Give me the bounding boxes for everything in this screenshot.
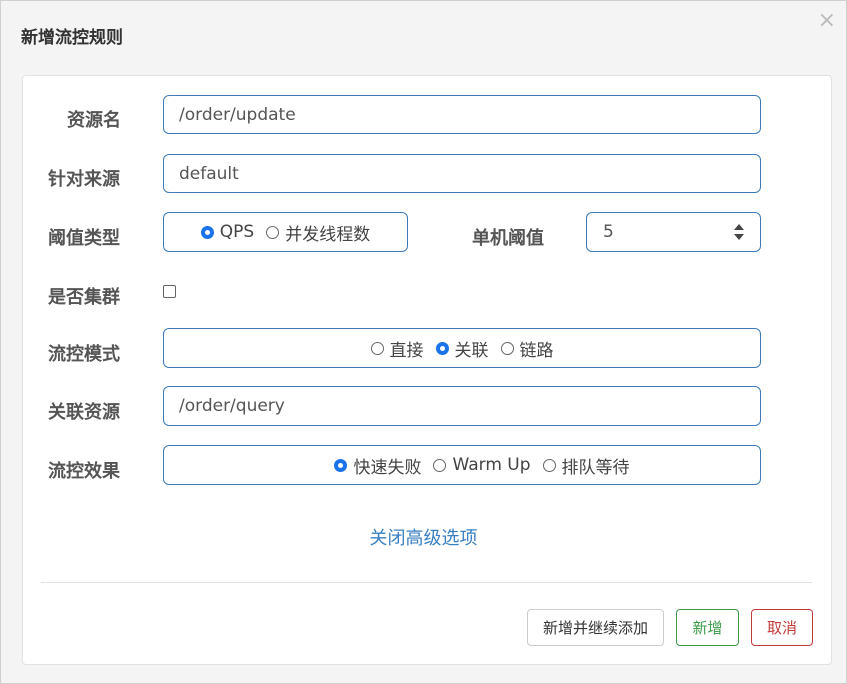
resource-name-input[interactable] bbox=[164, 96, 760, 133]
flow-effect-group: 快速失败 Warm Up 排队等待 bbox=[163, 445, 761, 485]
flow-mode-group: 直接 关联 链路 bbox=[163, 328, 761, 368]
toggle-advanced-link[interactable]: 关闭高级选项 bbox=[0, 524, 847, 550]
spinner-down-icon[interactable] bbox=[734, 234, 744, 240]
radio-unchecked-icon bbox=[370, 341, 384, 355]
threshold-type-qps-radio[interactable]: QPS bbox=[200, 222, 255, 242]
spinner-up-icon[interactable] bbox=[734, 224, 744, 230]
close-icon[interactable]: × bbox=[818, 10, 836, 32]
add-and-continue-button[interactable]: 新增并继续添加 bbox=[527, 609, 664, 646]
resource-name-field[interactable] bbox=[163, 95, 761, 134]
dialog-title: 新增流控规则 bbox=[21, 28, 123, 48]
limit-app-input[interactable] bbox=[164, 155, 760, 192]
cluster-label: 是否集群 bbox=[48, 287, 120, 308]
flow-effect-label: 流控效果 bbox=[48, 461, 120, 482]
radio-checked-icon bbox=[435, 341, 449, 355]
flow-mode-label: 流控模式 bbox=[48, 344, 120, 365]
radio-checked-icon bbox=[200, 225, 214, 239]
flow-mode-relate-label: 关联 bbox=[454, 340, 489, 361]
radio-unchecked-icon bbox=[266, 225, 280, 239]
radio-unchecked-icon bbox=[500, 341, 514, 355]
cluster-checkbox[interactable] bbox=[163, 285, 176, 298]
radio-checked-icon bbox=[334, 458, 348, 472]
flow-effect-queue-radio[interactable]: 排队等待 bbox=[542, 453, 630, 478]
number-spinner-icon[interactable] bbox=[734, 224, 744, 240]
radio-unchecked-icon bbox=[433, 458, 447, 472]
flow-effect-queue-label: 排队等待 bbox=[561, 457, 630, 478]
threshold-type-qps-label: QPS bbox=[219, 222, 255, 242]
threshold-type-thread-label: 并发线程数 bbox=[285, 224, 371, 245]
threshold-type-thread-radio[interactable]: 并发线程数 bbox=[266, 220, 370, 245]
flow-mode-direct-radio[interactable]: 直接 bbox=[370, 336, 424, 361]
single-threshold-field[interactable] bbox=[586, 212, 761, 252]
related-resource-label: 关联资源 bbox=[48, 402, 120, 423]
flow-mode-chain-label: 链路 bbox=[519, 340, 554, 361]
threshold-type-label: 阈值类型 bbox=[48, 228, 120, 249]
flow-mode-relate-radio[interactable]: 关联 bbox=[435, 336, 489, 361]
related-resource-input[interactable] bbox=[164, 387, 760, 425]
flow-effect-fast-fail-label: 快速失败 bbox=[353, 457, 422, 478]
limit-app-field[interactable] bbox=[163, 154, 761, 193]
flow-effect-warmup-radio[interactable]: Warm Up bbox=[433, 455, 531, 475]
radio-unchecked-icon bbox=[542, 458, 556, 472]
resource-name-label: 资源名 bbox=[67, 110, 121, 131]
single-threshold-label: 单机阈值 bbox=[472, 228, 544, 249]
threshold-type-group: QPS 并发线程数 bbox=[163, 212, 408, 252]
add-button[interactable]: 新增 bbox=[676, 609, 739, 646]
flow-effect-fast-fail-radio[interactable]: 快速失败 bbox=[334, 453, 421, 478]
flow-effect-warmup-label: Warm Up bbox=[452, 455, 531, 475]
cancel-button[interactable]: 取消 bbox=[751, 609, 813, 646]
flow-mode-chain-radio[interactable]: 链路 bbox=[500, 336, 554, 361]
footer-divider bbox=[41, 582, 812, 583]
limit-app-label: 针对来源 bbox=[48, 169, 120, 190]
related-resource-field[interactable] bbox=[163, 386, 761, 426]
flow-mode-direct-label: 直接 bbox=[389, 340, 424, 361]
